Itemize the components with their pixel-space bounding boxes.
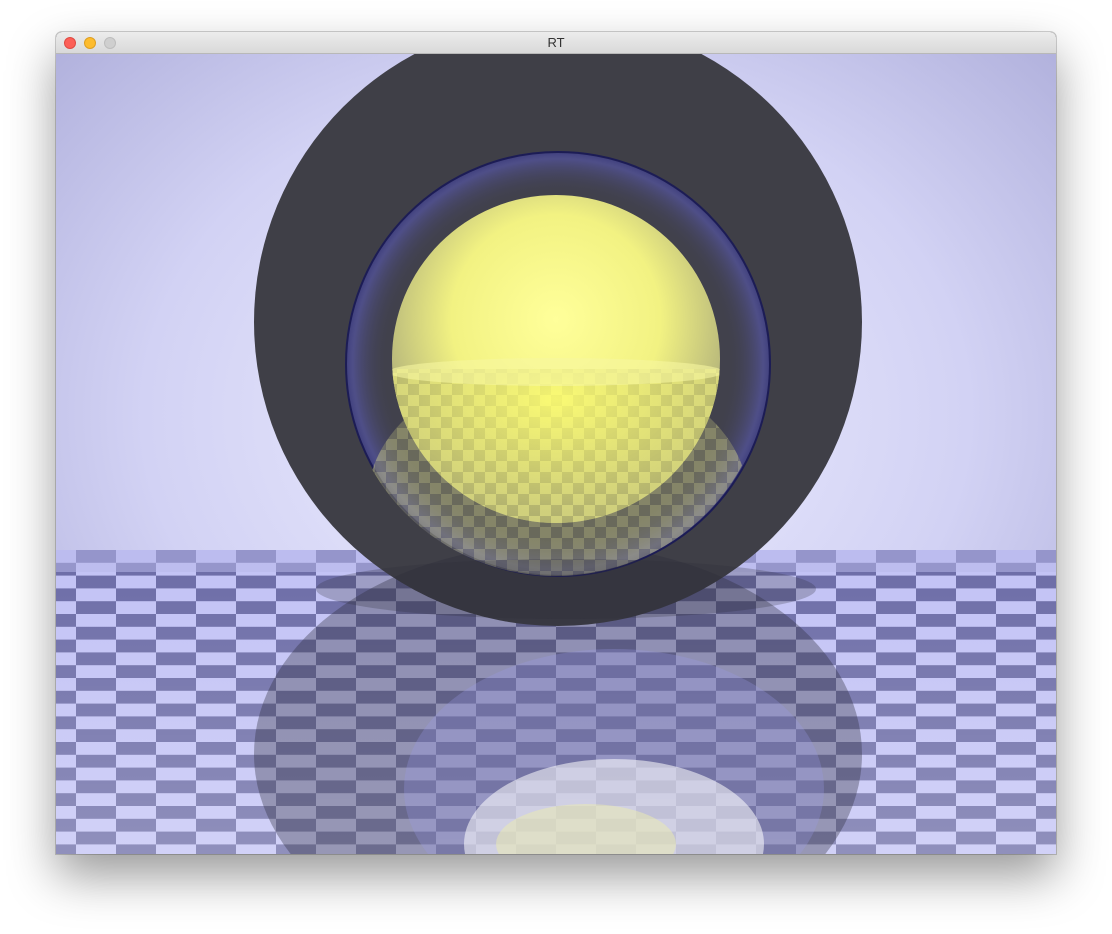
raytrace-render (56, 54, 1056, 854)
title-bar[interactable]: RT (56, 32, 1056, 54)
desktop: RT (0, 0, 1112, 934)
window-title: RT (547, 35, 565, 50)
app-window: RT (56, 32, 1056, 854)
contact-shadow (316, 559, 816, 619)
